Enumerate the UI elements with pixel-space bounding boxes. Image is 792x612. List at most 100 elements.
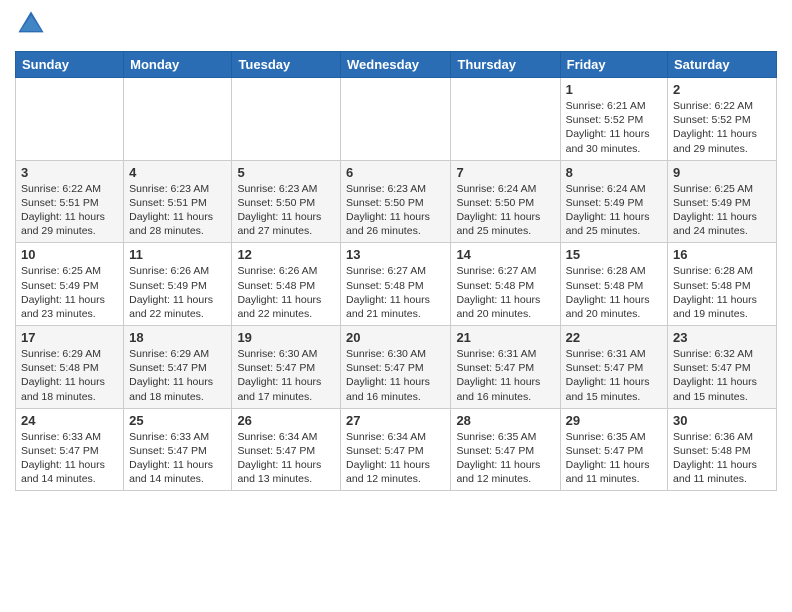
- day-info: Sunrise: 6:30 AM Sunset: 5:47 PM Dayligh…: [346, 347, 445, 404]
- page-header: [15, 10, 777, 43]
- calendar-cell: 10Sunrise: 6:25 AM Sunset: 5:49 PM Dayli…: [16, 243, 124, 326]
- day-info: Sunrise: 6:33 AM Sunset: 5:47 PM Dayligh…: [21, 430, 118, 487]
- weekday-header-saturday: Saturday: [668, 52, 777, 78]
- day-info: Sunrise: 6:35 AM Sunset: 5:47 PM Dayligh…: [566, 430, 662, 487]
- calendar-table: SundayMondayTuesdayWednesdayThursdayFrid…: [15, 51, 777, 491]
- day-number: 9: [673, 165, 771, 180]
- day-info: Sunrise: 6:34 AM Sunset: 5:47 PM Dayligh…: [346, 430, 445, 487]
- day-number: 20: [346, 330, 445, 345]
- calendar-cell: 27Sunrise: 6:34 AM Sunset: 5:47 PM Dayli…: [341, 408, 451, 491]
- calendar-cell: 5 Sunrise: 6:23 AM Sunset: 5:50 PM Daylig…: [232, 160, 341, 243]
- calendar-cell: 4 Sunrise: 6:23 AM Sunset: 5:51 PM Daylig…: [124, 160, 232, 243]
- day-info: Sunrise: 6:22 AM Sunset: 5:52 PM Dayligh…: [673, 99, 771, 156]
- calendar-cell: [232, 78, 341, 161]
- calendar-cell: 14Sunrise: 6:27 AM Sunset: 5:48 PM Dayli…: [451, 243, 560, 326]
- day-info: Sunrise: 6:23 AM Sunset: 5:50 PM Dayligh…: [237, 182, 335, 239]
- weekday-header-tuesday: Tuesday: [232, 52, 341, 78]
- calendar-week-row-3: 10Sunrise: 6:25 AM Sunset: 5:49 PM Dayli…: [16, 243, 777, 326]
- calendar-cell: 16 Sunrise: 6:28 AM Sunset: 5:48 PM Dayli…: [668, 243, 777, 326]
- weekday-header-wednesday: Wednesday: [341, 52, 451, 78]
- day-number: 7: [456, 165, 554, 180]
- calendar-cell: 20 Sunrise: 6:30 AM Sunset: 5:47 PM Dayli…: [341, 326, 451, 409]
- day-info: Sunrise: 6:30 AM Sunset: 5:47 PM Dayligh…: [237, 347, 335, 404]
- day-number: 28: [456, 413, 554, 428]
- calendar-week-row-4: 17Sunrise: 6:29 AM Sunset: 5:48 PM Dayli…: [16, 326, 777, 409]
- day-number: 19: [237, 330, 335, 345]
- day-number: 29: [566, 413, 662, 428]
- calendar-cell: 28 Sunrise: 6:35 AM Sunset: 5:47 PM Dayli…: [451, 408, 560, 491]
- calendar-page: SundayMondayTuesdayWednesdayThursdayFrid…: [0, 0, 792, 506]
- calendar-cell: 21 Sunrise: 6:31 AM Sunset: 5:47 PM Dayli…: [451, 326, 560, 409]
- calendar-cell: 19 Sunrise: 6:30 AM Sunset: 5:47 PM Dayli…: [232, 326, 341, 409]
- calendar-cell: [451, 78, 560, 161]
- weekday-header-monday: Monday: [124, 52, 232, 78]
- day-info: Sunrise: 6:23 AM Sunset: 5:51 PM Dayligh…: [129, 182, 226, 239]
- calendar-cell: 29 Sunrise: 6:35 AM Sunset: 5:47 PM Dayli…: [560, 408, 667, 491]
- day-info: Sunrise: 6:28 AM Sunset: 5:48 PM Dayligh…: [673, 264, 771, 321]
- day-number: 6: [346, 165, 445, 180]
- day-number: 17: [21, 330, 118, 345]
- weekday-header-thursday: Thursday: [451, 52, 560, 78]
- calendar-week-row-2: 3 Sunrise: 6:22 AM Sunset: 5:51 PM Daylig…: [16, 160, 777, 243]
- weekday-header-friday: Friday: [560, 52, 667, 78]
- day-info: Sunrise: 6:34 AM Sunset: 5:47 PM Dayligh…: [237, 430, 335, 487]
- day-number: 24: [21, 413, 118, 428]
- calendar-cell: 15Sunrise: 6:28 AM Sunset: 5:48 PM Dayli…: [560, 243, 667, 326]
- logo-icon: [17, 10, 45, 38]
- day-info: Sunrise: 6:21 AM Sunset: 5:52 PM Dayligh…: [566, 99, 662, 156]
- day-number: 23: [673, 330, 771, 345]
- calendar-cell: 7 Sunrise: 6:24 AM Sunset: 5:50 PM Daylig…: [451, 160, 560, 243]
- day-info: Sunrise: 6:24 AM Sunset: 5:49 PM Dayligh…: [566, 182, 662, 239]
- calendar-cell: 18 Sunrise: 6:29 AM Sunset: 5:47 PM Dayli…: [124, 326, 232, 409]
- calendar-cell: 17Sunrise: 6:29 AM Sunset: 5:48 PM Dayli…: [16, 326, 124, 409]
- day-number: 4: [129, 165, 226, 180]
- day-info: Sunrise: 6:29 AM Sunset: 5:47 PM Dayligh…: [129, 347, 226, 404]
- day-info: Sunrise: 6:26 AM Sunset: 5:49 PM Dayligh…: [129, 264, 226, 321]
- day-number: 3: [21, 165, 118, 180]
- calendar-cell: 3 Sunrise: 6:22 AM Sunset: 5:51 PM Daylig…: [16, 160, 124, 243]
- day-info: Sunrise: 6:22 AM Sunset: 5:51 PM Dayligh…: [21, 182, 118, 239]
- calendar-cell: [341, 78, 451, 161]
- calendar-cell: 24 Sunrise: 6:33 AM Sunset: 5:47 PM Dayli…: [16, 408, 124, 491]
- day-info: Sunrise: 6:27 AM Sunset: 5:48 PM Dayligh…: [456, 264, 554, 321]
- day-info: Sunrise: 6:23 AM Sunset: 5:50 PM Dayligh…: [346, 182, 445, 239]
- day-number: 16: [673, 247, 771, 262]
- day-info: Sunrise: 6:31 AM Sunset: 5:47 PM Dayligh…: [566, 347, 662, 404]
- day-number: 30: [673, 413, 771, 428]
- day-number: 21: [456, 330, 554, 345]
- calendar-cell: 13 Sunrise: 6:27 AM Sunset: 5:48 PM Dayli…: [341, 243, 451, 326]
- day-number: 11: [129, 247, 226, 262]
- calendar-cell: 11 Sunrise: 6:26 AM Sunset: 5:49 PM Dayli…: [124, 243, 232, 326]
- day-number: 26: [237, 413, 335, 428]
- calendar-cell: 8 Sunrise: 6:24 AM Sunset: 5:49 PM Daylig…: [560, 160, 667, 243]
- day-info: Sunrise: 6:26 AM Sunset: 5:48 PM Dayligh…: [237, 264, 335, 321]
- calendar-cell: 30 Sunrise: 6:36 AM Sunset: 5:48 PM Dayli…: [668, 408, 777, 491]
- calendar-cell: 25 Sunrise: 6:33 AM Sunset: 5:47 PM Dayli…: [124, 408, 232, 491]
- day-info: Sunrise: 6:24 AM Sunset: 5:50 PM Dayligh…: [456, 182, 554, 239]
- day-info: Sunrise: 6:27 AM Sunset: 5:48 PM Dayligh…: [346, 264, 445, 321]
- calendar-cell: [124, 78, 232, 161]
- calendar-cell: 9 Sunrise: 6:25 AM Sunset: 5:49 PM Daylig…: [668, 160, 777, 243]
- day-number: 18: [129, 330, 226, 345]
- day-number: 5: [237, 165, 335, 180]
- calendar-cell: 26 Sunrise: 6:34 AM Sunset: 5:47 PM Dayli…: [232, 408, 341, 491]
- day-info: Sunrise: 6:33 AM Sunset: 5:47 PM Dayligh…: [129, 430, 226, 487]
- calendar-cell: 12 Sunrise: 6:26 AM Sunset: 5:48 PM Dayli…: [232, 243, 341, 326]
- weekday-header-sunday: Sunday: [16, 52, 124, 78]
- calendar-cell: [16, 78, 124, 161]
- day-info: Sunrise: 6:31 AM Sunset: 5:47 PM Dayligh…: [456, 347, 554, 404]
- day-info: Sunrise: 6:36 AM Sunset: 5:48 PM Dayligh…: [673, 430, 771, 487]
- day-number: 15: [566, 247, 662, 262]
- day-number: 12: [237, 247, 335, 262]
- day-number: 22: [566, 330, 662, 345]
- calendar-cell: 22 Sunrise: 6:31 AM Sunset: 5:47 PM Dayli…: [560, 326, 667, 409]
- day-number: 1: [566, 82, 662, 97]
- day-number: 8: [566, 165, 662, 180]
- day-info: Sunrise: 6:35 AM Sunset: 5:47 PM Dayligh…: [456, 430, 554, 487]
- day-number: 13: [346, 247, 445, 262]
- day-number: 25: [129, 413, 226, 428]
- day-info: Sunrise: 6:25 AM Sunset: 5:49 PM Dayligh…: [21, 264, 118, 321]
- day-info: Sunrise: 6:25 AM Sunset: 5:49 PM Dayligh…: [673, 182, 771, 239]
- calendar-week-row-5: 24 Sunrise: 6:33 AM Sunset: 5:47 PM Dayli…: [16, 408, 777, 491]
- calendar-cell: 1 Sunrise: 6:21 AM Sunset: 5:52 PM Daylig…: [560, 78, 667, 161]
